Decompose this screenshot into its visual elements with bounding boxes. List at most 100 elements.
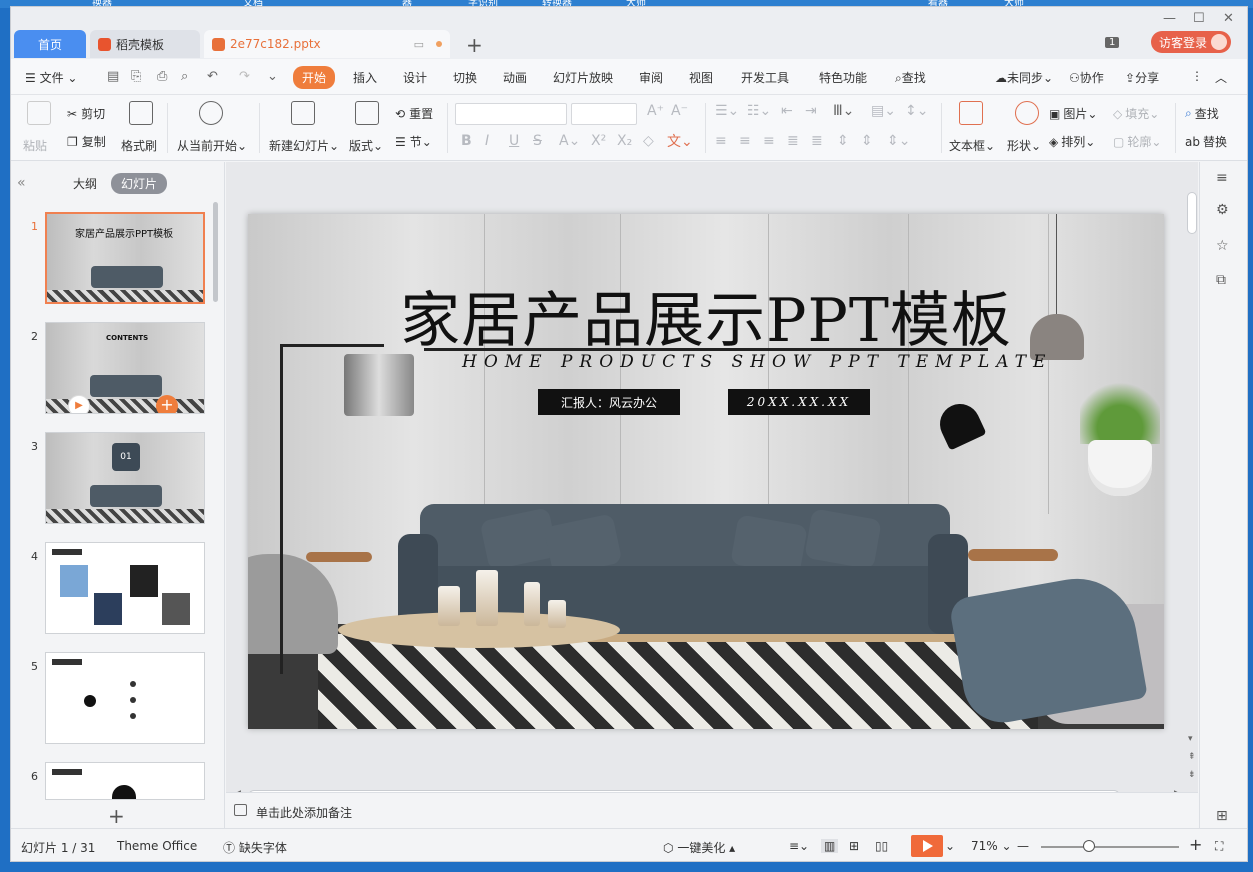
font-color-icon[interactable]: A⌄ bbox=[559, 133, 580, 149]
reporter-label[interactable]: 汇报人：风云办公 bbox=[538, 389, 680, 415]
slide-title[interactable]: 家居产品展示PPT模板 bbox=[248, 272, 1164, 359]
font-size-select[interactable] bbox=[571, 103, 637, 125]
phonetic-icon[interactable]: 文⌄ bbox=[667, 131, 693, 151]
shrink-font-icon[interactable]: A⁻ bbox=[671, 103, 688, 119]
justify-icon[interactable]: ≣ bbox=[787, 133, 799, 149]
para-spacing-icon[interactable]: ⇕ bbox=[837, 133, 849, 149]
more-icon[interactable]: ⋮ bbox=[1191, 69, 1203, 83]
menu-insert[interactable]: 插入 bbox=[353, 69, 377, 86]
sorter-view-icon[interactable]: ⊞ bbox=[849, 839, 859, 853]
reset-button[interactable]: ⟲ 重置 bbox=[395, 105, 433, 122]
add-slide-button[interactable]: + bbox=[108, 804, 125, 828]
print-icon[interactable]: ⎙ bbox=[157, 69, 167, 84]
transform-icon[interactable]: ⧉ bbox=[1216, 272, 1226, 288]
slideshow-play-button[interactable] bbox=[911, 835, 943, 857]
zoom-level[interactable]: 71% ⌄ bbox=[971, 839, 1012, 853]
slide-thumbnail-5[interactable] bbox=[45, 652, 205, 744]
bullet-list-icon[interactable]: ☰⌄ bbox=[715, 103, 739, 119]
zoom-slider[interactable] bbox=[1041, 846, 1179, 848]
file-menu[interactable]: ☰ 文件 ⌄ bbox=[25, 69, 77, 86]
menu-review[interactable]: 审阅 bbox=[639, 69, 663, 86]
find-button[interactable]: ⌕ 查找 bbox=[1185, 105, 1219, 122]
slide-thumbnail-1[interactable]: 家居产品展示PPT模板 bbox=[45, 212, 205, 304]
para-after-icon[interactable]: ⇕⌄ bbox=[887, 133, 910, 149]
picture-button[interactable]: ▣ 图片 ⌄ bbox=[1049, 105, 1097, 122]
current-slide[interactable]: 家居产品展示PPT模板 HOME PRODUCTS SHOW PPT TEMPL… bbox=[248, 214, 1164, 729]
missing-font-button[interactable]: Ⓣ 缺失字体 bbox=[223, 839, 287, 856]
text-box-button[interactable]: 文本框 ⌄ bbox=[949, 137, 995, 154]
menu-lines-icon[interactable]: ≡ bbox=[1216, 170, 1228, 186]
strikethrough-icon[interactable]: S bbox=[533, 133, 542, 149]
fill-button[interactable]: ◇ 填充 ⌄ bbox=[1113, 105, 1159, 122]
italic-icon[interactable]: I bbox=[485, 133, 489, 149]
export-icon[interactable]: ⎘ bbox=[131, 69, 141, 84]
normal-view-icon[interactable]: ▥ bbox=[821, 839, 839, 853]
settings-sliders-icon[interactable]: ⚙ bbox=[1216, 202, 1229, 218]
collapse-ribbon-icon[interactable]: ︿ bbox=[1215, 69, 1227, 86]
login-button[interactable]: 访客登录 bbox=[1151, 31, 1231, 53]
search-menu[interactable]: ⌕查找 bbox=[895, 69, 926, 86]
collapse-panel-icon[interactable]: « bbox=[17, 175, 26, 191]
menu-transition[interactable]: 切换 bbox=[453, 69, 477, 86]
zoom-out-icon[interactable]: — bbox=[1017, 839, 1029, 853]
new-slide-button[interactable]: 新建幻灯片 ⌄ bbox=[269, 137, 339, 154]
menu-features[interactable]: 特色功能 bbox=[819, 69, 867, 86]
decrease-indent-icon[interactable]: ⇤ bbox=[781, 103, 793, 119]
menu-developer[interactable]: 开发工具 bbox=[741, 69, 789, 86]
section-button[interactable]: ☰ 节 ⌄ bbox=[395, 133, 432, 150]
panel-scrollbar[interactable] bbox=[213, 202, 218, 302]
menu-view[interactable]: 视图 bbox=[689, 69, 713, 86]
menu-animation[interactable]: 动画 bbox=[503, 69, 527, 86]
slide-thumbnail-3[interactable]: 01 bbox=[45, 432, 205, 524]
add-slide-icon[interactable]: + bbox=[156, 395, 178, 413]
menu-slideshow[interactable]: 幻灯片放映 bbox=[553, 69, 613, 86]
format-painter-button[interactable]: 格式刷 bbox=[121, 137, 157, 154]
undo-icon[interactable]: ↶ bbox=[207, 69, 218, 84]
menu-design[interactable]: 设计 bbox=[403, 69, 427, 86]
fit-window-icon[interactable]: ⛶ bbox=[1215, 839, 1223, 854]
monitor-icon[interactable]: ▭ bbox=[414, 38, 424, 51]
collab-button[interactable]: ⚇协作 bbox=[1069, 69, 1104, 86]
beautify-button[interactable]: ⬡ 一键美化 ▴ bbox=[663, 839, 735, 856]
slide-thumbnail-2[interactable]: CONTENTS ▶ + bbox=[45, 322, 205, 414]
notes-placeholder[interactable]: 单击此处添加备注 bbox=[256, 804, 352, 821]
slide-subtitle[interactable]: HOME PRODUCTS SHOW PPT TEMPLATE bbox=[462, 352, 1052, 372]
grid-icon[interactable]: ⊞ bbox=[1216, 808, 1228, 824]
slideshow-options-icon[interactable]: ⌄ bbox=[945, 839, 955, 853]
clear-format-icon[interactable]: ◇ bbox=[643, 133, 654, 149]
align-center-icon[interactable]: ≡ bbox=[739, 133, 751, 149]
menu-start[interactable]: 开始 bbox=[293, 66, 336, 89]
preview-icon[interactable]: ⌕ bbox=[181, 69, 188, 84]
line-spacing-icon[interactable]: ↕⌄ bbox=[905, 103, 928, 119]
tab-slides[interactable]: 幻灯片 bbox=[111, 173, 168, 194]
copy-button[interactable]: ❐ 复制 bbox=[67, 133, 106, 150]
play-slide-icon[interactable]: ▶ bbox=[68, 395, 90, 413]
layout-button[interactable]: 版式 ⌄ bbox=[349, 137, 383, 154]
replace-button[interactable]: ab 替换 bbox=[1185, 133, 1227, 150]
star-icon[interactable]: ☆ bbox=[1216, 238, 1229, 254]
minimize-icon[interactable]: — bbox=[1163, 11, 1176, 26]
reading-view-icon[interactable]: ▯▯ bbox=[875, 839, 888, 853]
subscript-icon[interactable]: X₂ bbox=[617, 133, 632, 149]
redo-icon[interactable]: ↷ bbox=[239, 69, 250, 84]
vertical-scrollbar[interactable]: ▾ ⇞ ⇟ bbox=[1184, 182, 1198, 782]
close-icon[interactable]: ✕ bbox=[1223, 11, 1234, 26]
number-list-icon[interactable]: ☷⌄ bbox=[747, 103, 771, 119]
customize-qa-icon[interactable]: ⌄ bbox=[267, 69, 278, 84]
bold-icon[interactable]: B bbox=[461, 133, 472, 149]
cut-button[interactable]: ✂ 剪切 bbox=[67, 105, 105, 122]
from-current-button[interactable]: 从当前开始 ⌄ bbox=[177, 137, 247, 154]
increase-indent-icon[interactable]: ⇥ bbox=[805, 103, 817, 119]
grow-font-icon[interactable]: A⁺ bbox=[647, 103, 664, 119]
notes-pane[interactable]: 单击此处添加备注 bbox=[226, 792, 1198, 828]
share-button[interactable]: ⇪分享 bbox=[1125, 69, 1159, 86]
align-text-icon[interactable]: ▤⌄ bbox=[871, 103, 896, 119]
distribute-icon[interactable]: ≣ bbox=[811, 133, 823, 149]
para-before-icon[interactable]: ⇕ bbox=[861, 133, 873, 149]
outline-button[interactable]: ▢ 轮廓 ⌄ bbox=[1113, 133, 1161, 150]
slide-thumbnail-6[interactable] bbox=[45, 762, 205, 800]
date-label[interactable]: 20XX.XX.XX bbox=[728, 389, 870, 415]
tab-daoke-templates[interactable]: 稻壳模板 bbox=[90, 30, 200, 58]
align-left-icon[interactable]: ≡ bbox=[715, 133, 727, 149]
superscript-icon[interactable]: X² bbox=[591, 133, 606, 149]
